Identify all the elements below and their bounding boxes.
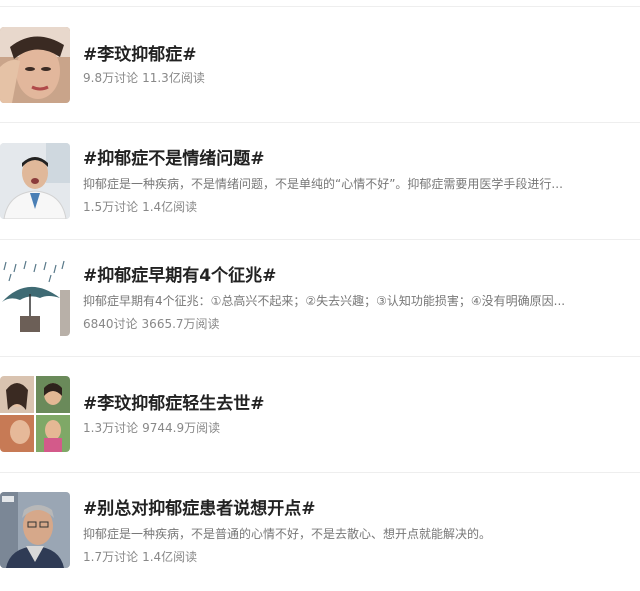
portrait-photo-icon[interactable] xyxy=(0,27,70,103)
read-count: 3665.7万阅读 xyxy=(141,317,220,331)
doctor-photo-icon[interactable] xyxy=(0,143,70,219)
photo-collage-icon[interactable] xyxy=(0,376,70,452)
topic-meta: 1.7万讨论 1.4亿阅读 xyxy=(83,548,197,565)
discussion-count: 9.8万讨论 xyxy=(83,71,139,85)
topic-description: 抑郁症早期有4个征兆：①总高兴不起来；②失去兴趣；③认知功能损害；④没有明确原因… xyxy=(83,294,566,308)
topic-meta: 9.8万讨论 11.3亿阅读 xyxy=(83,69,205,86)
topic-title[interactable]: #李玟抑郁症轻生去世# xyxy=(83,389,265,414)
topic-item[interactable]: #李玟抑郁症轻生去世# 1.3万讨论 9744.9万阅读 xyxy=(0,357,640,473)
elderly-man-photo-icon[interactable] xyxy=(0,492,70,568)
topic-description: 抑郁症是一种疾病，不是普通的心情不好，不是去散心、想开点就能解决的。 xyxy=(83,527,492,541)
topic-title[interactable]: #抑郁症早期有4个征兆# xyxy=(83,261,276,286)
top-divider xyxy=(0,0,640,7)
topic-meta: 6840讨论 3665.7万阅读 xyxy=(83,315,220,332)
topic-meta: 1.5万讨论 1.4亿阅读 xyxy=(83,198,197,215)
topic-item[interactable]: #别总对抑郁症患者说想开点# 抑郁症是一种疾病，不是普通的心情不好，不是去散心、… xyxy=(0,473,640,591)
topic-item[interactable]: #抑郁症不是情绪问题# 抑郁症是一种疾病，不是情绪问题，不是单纯的“心情不好”。… xyxy=(0,123,640,240)
read-count: 1.4亿阅读 xyxy=(142,200,198,214)
discussion-count: 6840讨论 xyxy=(83,317,138,331)
umbrella-rain-illustration-icon[interactable] xyxy=(0,260,70,336)
read-count: 9744.9万阅读 xyxy=(142,421,221,435)
topic-item[interactable]: #抑郁症早期有4个征兆# 抑郁症早期有4个征兆：①总高兴不起来；②失去兴趣；③认… xyxy=(0,240,640,357)
discussion-count: 1.3万讨论 xyxy=(83,421,139,435)
topic-description: 抑郁症是一种疾病，不是情绪问题，不是单纯的“心情不好”。抑郁症需要用医学手段进行… xyxy=(83,177,563,191)
topic-meta: 1.3万讨论 9744.9万阅读 xyxy=(83,419,220,436)
discussion-count: 1.7万讨论 xyxy=(83,550,139,564)
topic-title[interactable]: #抑郁症不是情绪问题# xyxy=(83,144,265,169)
read-count: 1.4亿阅读 xyxy=(142,550,198,564)
topic-title[interactable]: #李玟抑郁症# xyxy=(83,40,197,65)
read-count: 11.3亿阅读 xyxy=(142,71,205,85)
topic-item[interactable]: #李玟抑郁症# 9.8万讨论 11.3亿阅读 xyxy=(0,7,640,123)
topic-title[interactable]: #别总对抑郁症患者说想开点# xyxy=(83,494,316,519)
discussion-count: 1.5万讨论 xyxy=(83,200,139,214)
